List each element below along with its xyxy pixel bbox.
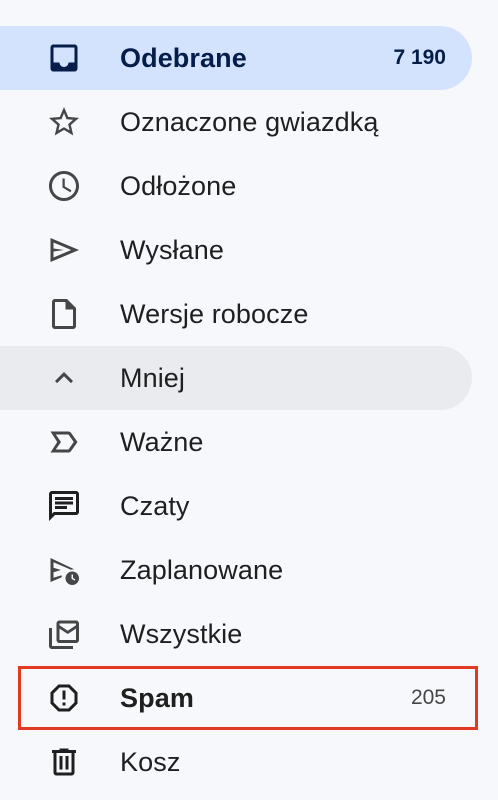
sidebar-item-label: Mniej [120,362,186,393]
send-icon [46,232,82,268]
draft-icon [46,296,82,332]
sidebar-item-chats[interactable]: Czaty [0,474,472,538]
label-important-icon [46,424,82,460]
sidebar-item-important[interactable]: Ważne [0,410,472,474]
sidebar-item-label: Odłożone [120,170,237,201]
chat-icon [46,488,82,524]
unread-count: 7 190 [393,46,446,69]
sidebar-item-label: Ważne [120,426,204,457]
sidebar-nav: Odebrane 7 190 Oznaczone gwiazdką Odłożo… [0,0,498,800]
chevron-up-icon [46,360,82,396]
sidebar-item-label: Kosz [120,746,181,777]
sidebar-item-label: Spam [120,682,194,713]
sidebar-item-label: Wersje robocze [120,298,309,329]
sidebar-item-label: Czaty [120,490,190,521]
trash-icon [46,744,82,780]
sidebar-item-starred[interactable]: Oznaczone gwiazdką [0,90,472,154]
spam-count: 205 [410,686,446,709]
sidebar-item-sent[interactable]: Wysłane [0,218,472,282]
sidebar-item-label: Odebrane [120,42,247,73]
sidebar-item-label: Wysłane [120,234,224,265]
sidebar-item-drafts[interactable]: Wersje robocze [0,282,472,346]
sidebar-item-trash[interactable]: Kosz [0,730,472,794]
inbox-icon [46,40,82,76]
all-mail-icon [46,616,82,652]
sidebar-item-label: Wszystkie [120,618,243,649]
sidebar-item-less[interactable]: Mniej [0,346,472,410]
sidebar-item-inbox[interactable]: Odebrane 7 190 [0,26,472,90]
sidebar-item-spam[interactable]: Spam 205 [0,666,472,730]
report-icon [46,680,82,716]
sidebar-item-label: Zaplanowane [120,554,284,585]
sidebar-item-all-mail[interactable]: Wszystkie [0,602,472,666]
sidebar-item-label: Oznaczone gwiazdką [120,106,379,137]
sidebar-item-scheduled[interactable]: Zaplanowane [0,538,472,602]
clock-icon [46,168,82,204]
star-icon [46,104,82,140]
schedule-send-icon [46,552,82,588]
sidebar-item-snoozed[interactable]: Odłożone [0,154,472,218]
